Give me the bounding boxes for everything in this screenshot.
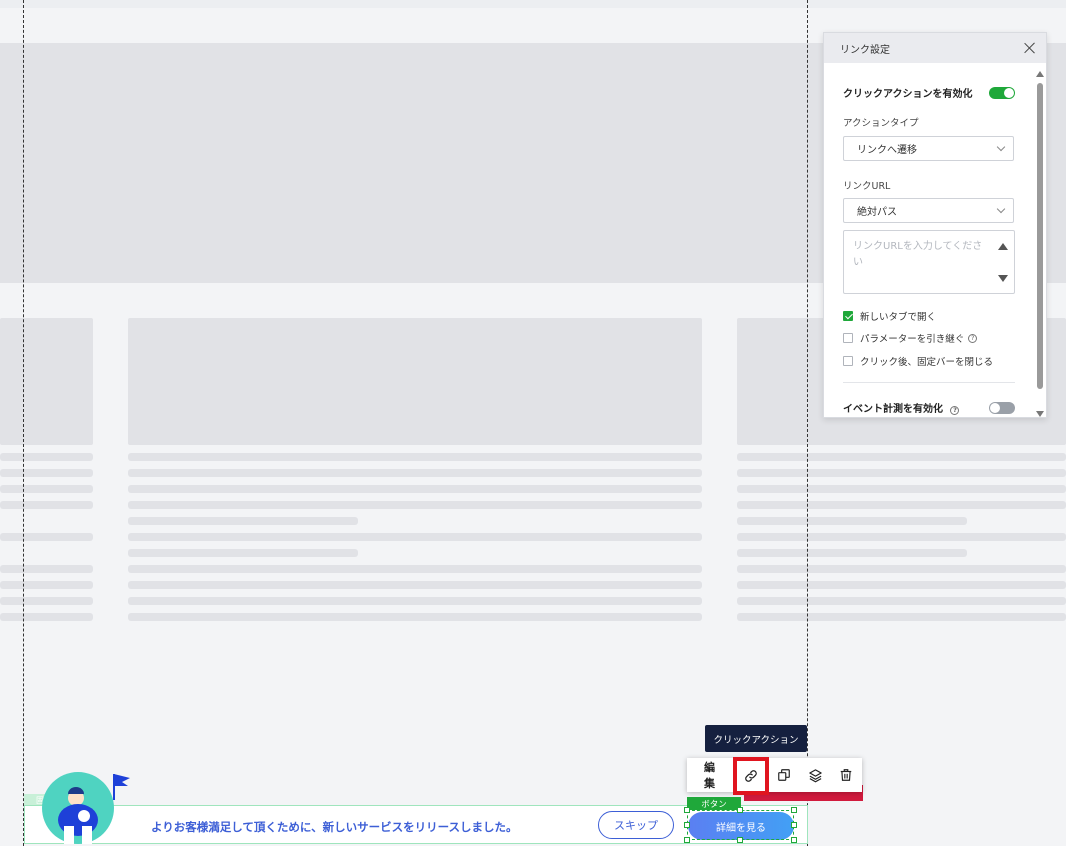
click-action-row: クリックアクションを有効化 xyxy=(843,85,1015,100)
open-new-tab-checkbox[interactable] xyxy=(843,311,853,321)
text-line xyxy=(128,565,702,573)
resize-handle[interactable] xyxy=(684,807,690,813)
copy-button[interactable] xyxy=(769,758,800,792)
spinner-down-icon[interactable] xyxy=(998,275,1008,282)
text-line xyxy=(128,501,702,509)
scroll-down-arrow-icon[interactable] xyxy=(1036,411,1044,417)
link-url-mode-value: 絶対パス xyxy=(857,207,897,218)
layers-button[interactable] xyxy=(800,758,831,792)
chevron-down-icon xyxy=(996,142,1006,152)
help-icon[interactable]: ? xyxy=(968,333,978,343)
text-line xyxy=(737,501,1066,509)
guide-line-right xyxy=(807,0,808,846)
scroll-thumb[interactable] xyxy=(1037,83,1043,389)
skip-button[interactable]: スキップ xyxy=(598,811,674,839)
guide-line-left xyxy=(23,0,24,846)
close-bar-label: クリック後、固定バーを閉じる xyxy=(860,357,994,368)
text-line xyxy=(128,485,702,493)
text-line xyxy=(0,485,93,493)
open-new-tab-checkbox-row[interactable]: 新しいタブで開く xyxy=(843,309,936,323)
panel-title: リンク設定 xyxy=(840,44,890,56)
resize-handle[interactable] xyxy=(791,807,797,813)
inherit-params-checkbox[interactable] xyxy=(843,333,853,343)
chevron-down-icon xyxy=(996,204,1006,214)
action-type-label: アクションタイプ xyxy=(843,118,919,129)
close-icon[interactable] xyxy=(1024,42,1036,54)
text-line xyxy=(737,613,1066,621)
link-url-input[interactable]: リンクURLを入力してください xyxy=(843,230,1015,294)
click-action-label: クリックアクションを有効化 xyxy=(843,89,973,100)
resize-handle[interactable] xyxy=(791,837,797,843)
selected-element-tag: ボタン xyxy=(687,797,741,810)
resize-handle[interactable] xyxy=(737,837,743,843)
text-line xyxy=(0,613,93,621)
text-line xyxy=(0,597,93,605)
panel-scrollbar[interactable] xyxy=(1036,71,1044,417)
trash-icon xyxy=(841,769,852,781)
action-type-value: リンクへ遷移 xyxy=(857,145,917,156)
card-image-center xyxy=(128,318,702,445)
resize-handle[interactable] xyxy=(684,837,690,843)
inherit-params-checkbox-row[interactable]: パラメーターを引き継ぐ ? xyxy=(843,331,978,345)
top-strip xyxy=(0,0,1066,8)
text-line xyxy=(737,517,967,525)
open-new-tab-label: 新しいタブで開く xyxy=(860,312,937,323)
mascot-illustration-icon xyxy=(42,772,130,844)
resize-handle[interactable] xyxy=(737,807,743,813)
layers-icon xyxy=(809,768,822,782)
panel-divider xyxy=(843,382,1015,383)
announcement-text: よりお客様満足して頂くために、新しいサービスをリリースしました。 xyxy=(151,820,518,834)
event-tracking-toggle[interactable] xyxy=(989,401,1015,414)
close-bar-checkbox-row[interactable]: クリック後、固定バーを閉じる xyxy=(843,354,993,368)
link-settings-panel: リンク設定 クリックアクションを有効化 アクションタイプ リンクへ遷移 リンクU… xyxy=(823,32,1047,418)
help-icon[interactable]: ? xyxy=(950,406,960,415)
text-line xyxy=(128,517,358,525)
close-bar-checkbox[interactable] xyxy=(843,356,853,366)
scroll-up-arrow-icon[interactable] xyxy=(1036,71,1044,77)
delete-button[interactable] xyxy=(831,758,862,792)
text-line xyxy=(737,581,1066,589)
text-line xyxy=(128,613,702,621)
panel-header: リンク設定 xyxy=(824,33,1046,63)
text-line xyxy=(0,469,93,477)
event-tracking-row: イベント計測を有効化 ? xyxy=(843,400,1015,415)
copy-icon xyxy=(778,769,791,781)
text-line xyxy=(737,549,967,557)
edit-button[interactable]: 編集 xyxy=(704,759,725,791)
text-line xyxy=(128,469,702,477)
link-url-label: リンクURL xyxy=(843,181,891,192)
text-line xyxy=(128,581,702,589)
text-line xyxy=(128,533,702,541)
selection-box xyxy=(687,810,794,840)
text-line xyxy=(0,453,93,461)
text-line xyxy=(737,453,1066,461)
text-line xyxy=(737,565,1066,573)
action-type-select[interactable]: リンクへ遷移 xyxy=(843,136,1014,161)
link-button[interactable] xyxy=(733,757,769,795)
spinner-up-icon[interactable] xyxy=(998,243,1008,250)
text-line xyxy=(128,597,702,605)
text-line xyxy=(737,485,1066,493)
text-line xyxy=(128,549,358,557)
link-url-placeholder: リンクURLを入力してください xyxy=(853,241,983,268)
link-url-mode-select[interactable]: 絶対パス xyxy=(843,198,1014,223)
text-line xyxy=(737,533,1066,541)
text-line xyxy=(737,469,1066,477)
text-line xyxy=(737,597,1066,605)
text-line xyxy=(0,565,93,573)
element-toolbar: 編集 xyxy=(687,757,862,795)
text-line xyxy=(0,581,93,589)
event-tracking-label: イベント計測を有効化 xyxy=(843,404,943,415)
text-line xyxy=(0,501,93,509)
text-line xyxy=(0,533,93,541)
resize-handle[interactable] xyxy=(791,822,797,828)
link-icon xyxy=(745,770,757,782)
click-action-tooltip: クリックアクション xyxy=(705,725,807,752)
card-image-left xyxy=(0,318,93,445)
resize-handle[interactable] xyxy=(684,822,690,828)
inherit-params-label: パラメーターを引き継ぐ xyxy=(860,334,965,345)
text-line xyxy=(128,453,702,461)
click-action-toggle[interactable] xyxy=(989,86,1015,99)
